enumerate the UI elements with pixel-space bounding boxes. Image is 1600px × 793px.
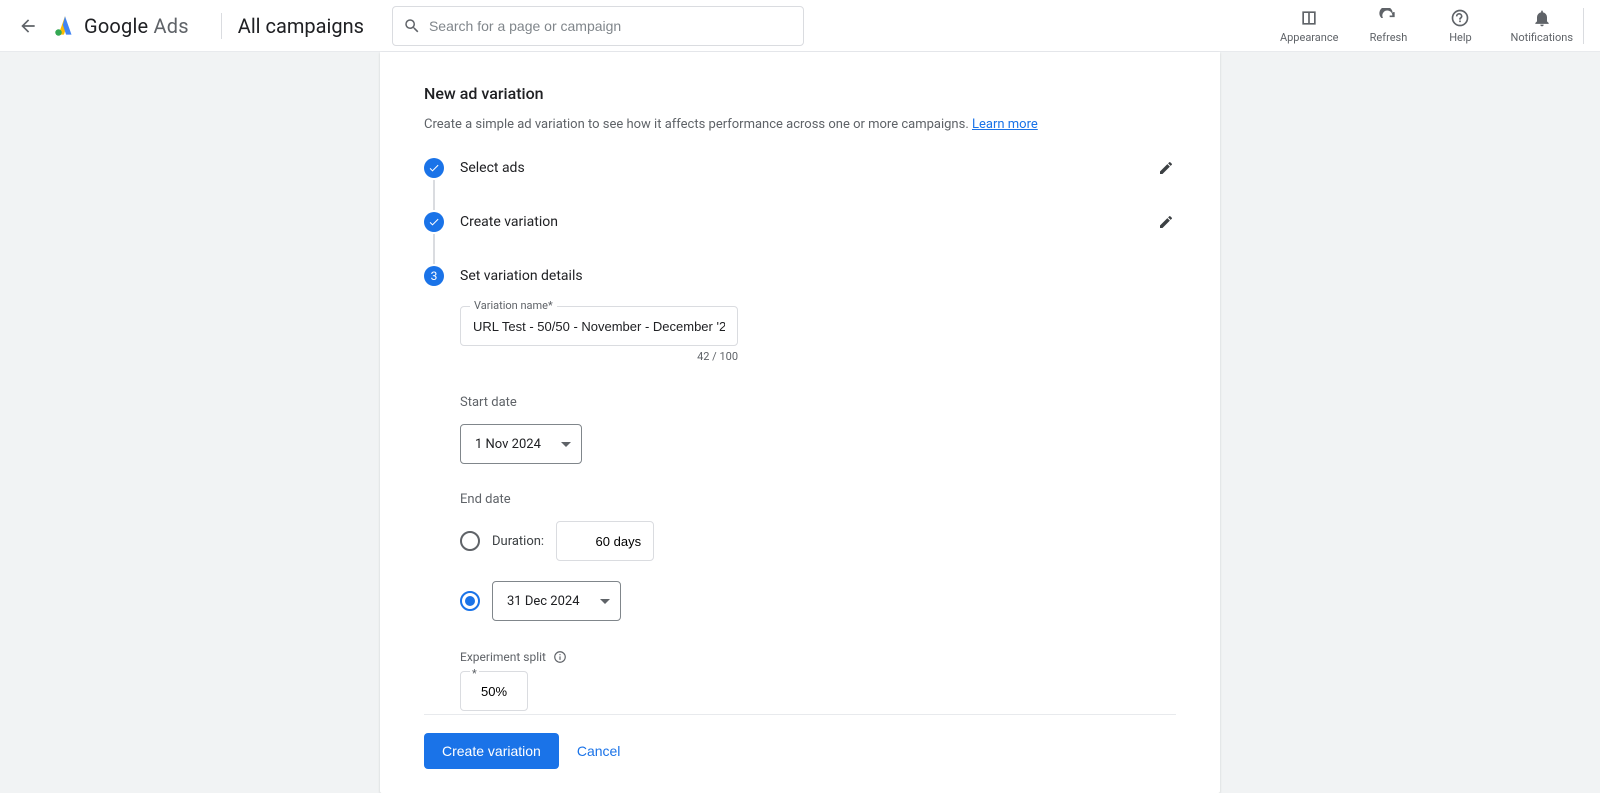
create-variation-button[interactable]: Create variation [424, 733, 559, 769]
notifications-label: Notifications [1510, 31, 1573, 44]
appearance-icon [1299, 8, 1319, 28]
brand-text: Google Ads [84, 14, 189, 38]
back-button[interactable] [16, 14, 40, 38]
radio-inner-icon [465, 596, 475, 606]
subtitle-text: Create a simple ad variation to see how … [424, 117, 969, 132]
start-date-label: Start date [460, 395, 1176, 410]
header-tools: Appearance Refresh Help Notifications [1280, 7, 1573, 44]
end-date-value: 31 Dec 2024 [507, 594, 580, 609]
experiment-split-label: Experiment split [460, 650, 546, 664]
ads-logo-icon [52, 13, 78, 39]
notifications-button[interactable]: Notifications [1510, 7, 1573, 44]
start-date-value: 1 Nov 2024 [475, 437, 541, 452]
duration-input[interactable] [556, 521, 654, 561]
header-right-divider [1583, 8, 1584, 44]
help-button[interactable]: Help [1438, 7, 1482, 44]
refresh-icon [1378, 8, 1398, 28]
variation-name-charcount: 42 / 100 [460, 350, 738, 363]
info-icon [553, 650, 567, 664]
help-label: Help [1449, 31, 1472, 44]
step-1-label: Select ads [460, 160, 525, 176]
experiment-split-field: * [460, 671, 528, 711]
chevron-down-icon [600, 599, 610, 604]
arrow-left-icon [18, 16, 38, 36]
page-title: All campaigns [238, 14, 364, 38]
specific-date-radio[interactable] [460, 591, 480, 611]
start-date-select[interactable]: 1 Nov 2024 [460, 424, 582, 464]
variation-name-input[interactable] [460, 306, 738, 346]
step-3-indicator: 3 [424, 266, 444, 286]
refresh-button[interactable]: Refresh [1366, 7, 1410, 44]
header-divider [221, 13, 222, 39]
step-set-details: 3 Set variation details [424, 264, 1176, 288]
experiment-split-row: Experiment split [460, 649, 1176, 665]
step-2-indicator [424, 212, 444, 232]
ad-variation-card: New ad variation Create a simple ad vari… [380, 52, 1220, 793]
google-ads-logo: Google Ads [52, 13, 189, 39]
step-3-label: Set variation details [460, 268, 583, 284]
end-date-select[interactable]: 31 Dec 2024 [492, 581, 621, 621]
duration-radio[interactable] [460, 531, 480, 551]
end-date-specific-option[interactable]: 31 Dec 2024 [460, 581, 1176, 621]
refresh-label: Refresh [1370, 31, 1408, 44]
step-connector-1 [433, 180, 435, 210]
appearance-label: Appearance [1280, 31, 1339, 44]
edit-step-1-button[interactable] [1156, 158, 1176, 178]
step-create-variation: Create variation [424, 210, 1176, 234]
help-icon [1450, 8, 1470, 28]
split-required-asterisk: * [470, 667, 479, 680]
learn-more-link[interactable]: Learn more [972, 117, 1038, 132]
edit-step-2-button[interactable] [1156, 212, 1176, 232]
search-icon [403, 17, 421, 35]
step-connector-2 [433, 234, 435, 264]
end-date-duration-option[interactable]: Duration: [460, 521, 1176, 561]
variation-details-form: Variation name* 42 / 100 Start date 1 No… [460, 306, 1176, 711]
variation-name-label: Variation name* [470, 299, 557, 312]
step-1-indicator [424, 158, 444, 178]
check-icon [428, 162, 440, 174]
pencil-icon [1158, 160, 1174, 176]
step-2-label: Create variation [460, 214, 558, 230]
step-select-ads: Select ads [424, 156, 1176, 180]
search-input[interactable] [429, 18, 793, 34]
chevron-down-icon [561, 442, 571, 447]
check-icon [428, 216, 440, 228]
card-footer: Create variation Cancel [424, 714, 1176, 769]
card-subtitle: Create a simple ad variation to see how … [424, 117, 1176, 132]
bell-icon [1532, 8, 1552, 28]
end-date-label: End date [460, 492, 1176, 507]
card-title: New ad variation [424, 84, 1176, 103]
cancel-button[interactable]: Cancel [577, 743, 621, 759]
appearance-button[interactable]: Appearance [1280, 7, 1339, 44]
top-header: Google Ads All campaigns Appearance Refr… [0, 0, 1600, 52]
duration-label: Duration: [492, 534, 544, 549]
variation-name-field: Variation name* 42 / 100 [460, 306, 738, 363]
pencil-icon [1158, 214, 1174, 230]
experiment-split-info[interactable] [552, 649, 568, 665]
search-box[interactable] [392, 6, 804, 46]
